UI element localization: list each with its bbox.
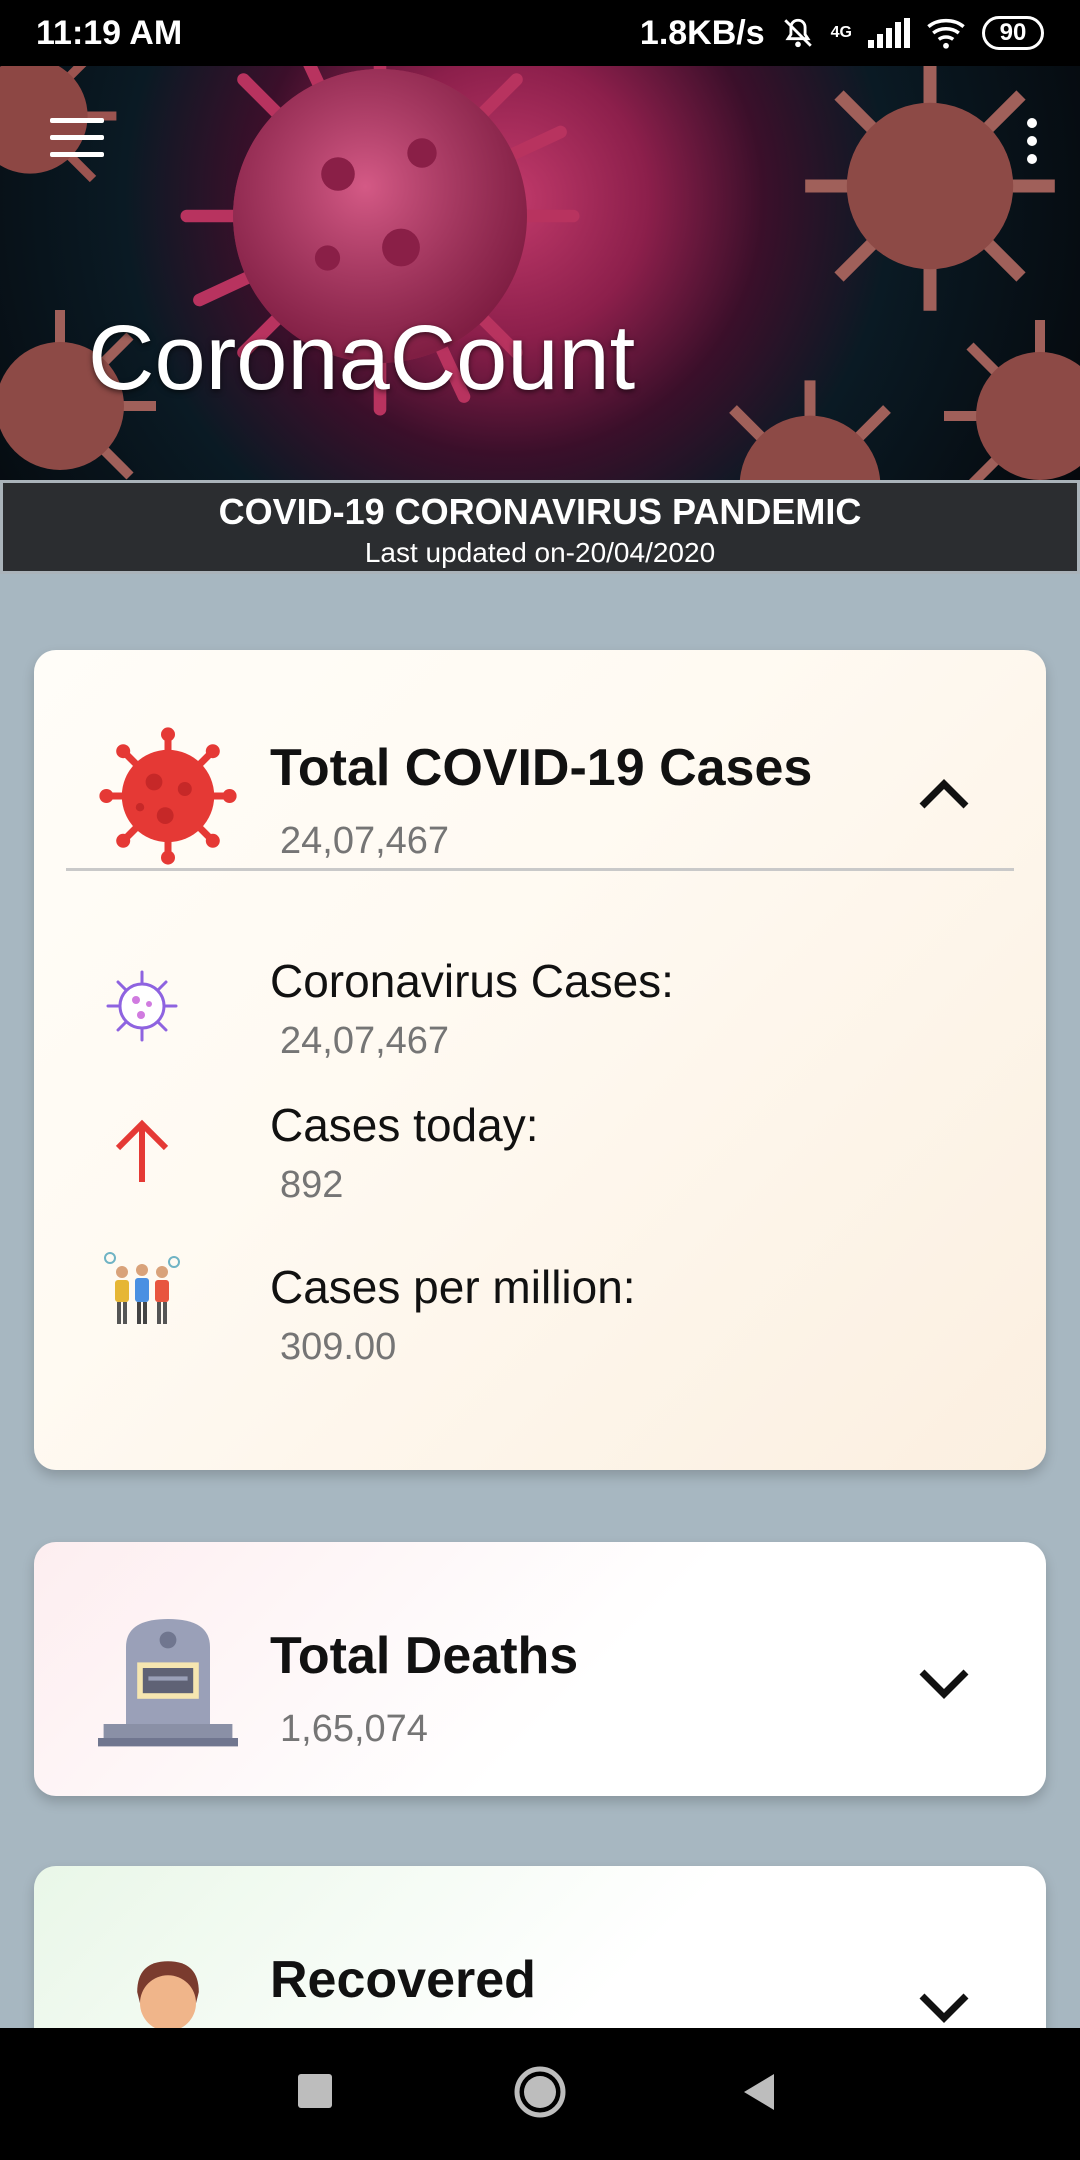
status-indicators: 1.8KB/s 4G 90 [640, 14, 1044, 53]
chevron-down-icon[interactable] [914, 1664, 974, 1704]
battery-indicator: 90 [982, 16, 1044, 50]
status-bar: 11:19 AM 1.8KB/s 4G 90 [0, 0, 1080, 66]
card-value: 1,65,074 [280, 1708, 428, 1750]
recents-icon[interactable] [296, 2072, 334, 2110]
back-icon[interactable] [740, 2072, 776, 2112]
signal-icon [868, 18, 910, 48]
banner-title: COVID-19 CORONAVIRUS PANDEMIC [218, 491, 862, 532]
network-type: 4G [830, 24, 852, 41]
card-title: Recovered [270, 1951, 536, 2009]
cases-per-million-label: Cases per million: [270, 1261, 636, 1313]
population-icon [104, 1252, 180, 1324]
bell-off-icon [783, 18, 812, 48]
arrow-up-icon [115, 1119, 169, 1182]
last-updated: Last updated on-20/04/2020 [364, 537, 716, 568]
status-time: 11:19 AM [36, 13, 183, 52]
chevron-up-icon[interactable] [914, 774, 974, 814]
card-title: Total Deaths [270, 1627, 579, 1685]
total-deaths-card[interactable]: Total Deaths 1,65,074 [34, 1542, 1046, 1796]
total-cases-card[interactable]: Total COVID-19 Cases 24,07,467 Coronavir… [34, 650, 1046, 1470]
virus-small-illustration [944, 320, 1080, 480]
virus-small-illustration [729, 380, 891, 480]
chevron-down-icon[interactable] [914, 1988, 974, 2028]
pandemic-banner: COVID-19 CORONAVIRUS PANDEMIC Last updat… [0, 480, 1080, 574]
home-icon[interactable] [512, 2064, 568, 2120]
cases-today-label: Cases today: [270, 1099, 539, 1151]
coronavirus-icon [106, 970, 178, 1042]
card-value: 24,07,467 [280, 820, 450, 862]
cases-today-value: 892 [280, 1164, 344, 1206]
coronavirus-cases-value: 24,07,467 [280, 1020, 450, 1062]
tombstone-icon [98, 1619, 238, 1747]
divider [66, 868, 1014, 871]
app-title: CoronaCount [88, 307, 636, 409]
system-nav-bar [0, 2028, 1080, 2160]
virus-small-illustration [805, 66, 1055, 311]
more-vert-icon[interactable] [1024, 118, 1040, 168]
cases-per-million-value: 309.00 [280, 1326, 397, 1368]
app-header: CoronaCount [0, 66, 1080, 480]
network-speed: 1.8KB/s [639, 13, 765, 52]
hamburger-menu-icon[interactable] [50, 118, 104, 158]
virus-icon [99, 727, 237, 865]
card-title: Total COVID-19 Cases [270, 739, 813, 797]
wifi-icon [927, 18, 965, 49]
coronavirus-cases-label: Coronavirus Cases: [270, 955, 674, 1007]
